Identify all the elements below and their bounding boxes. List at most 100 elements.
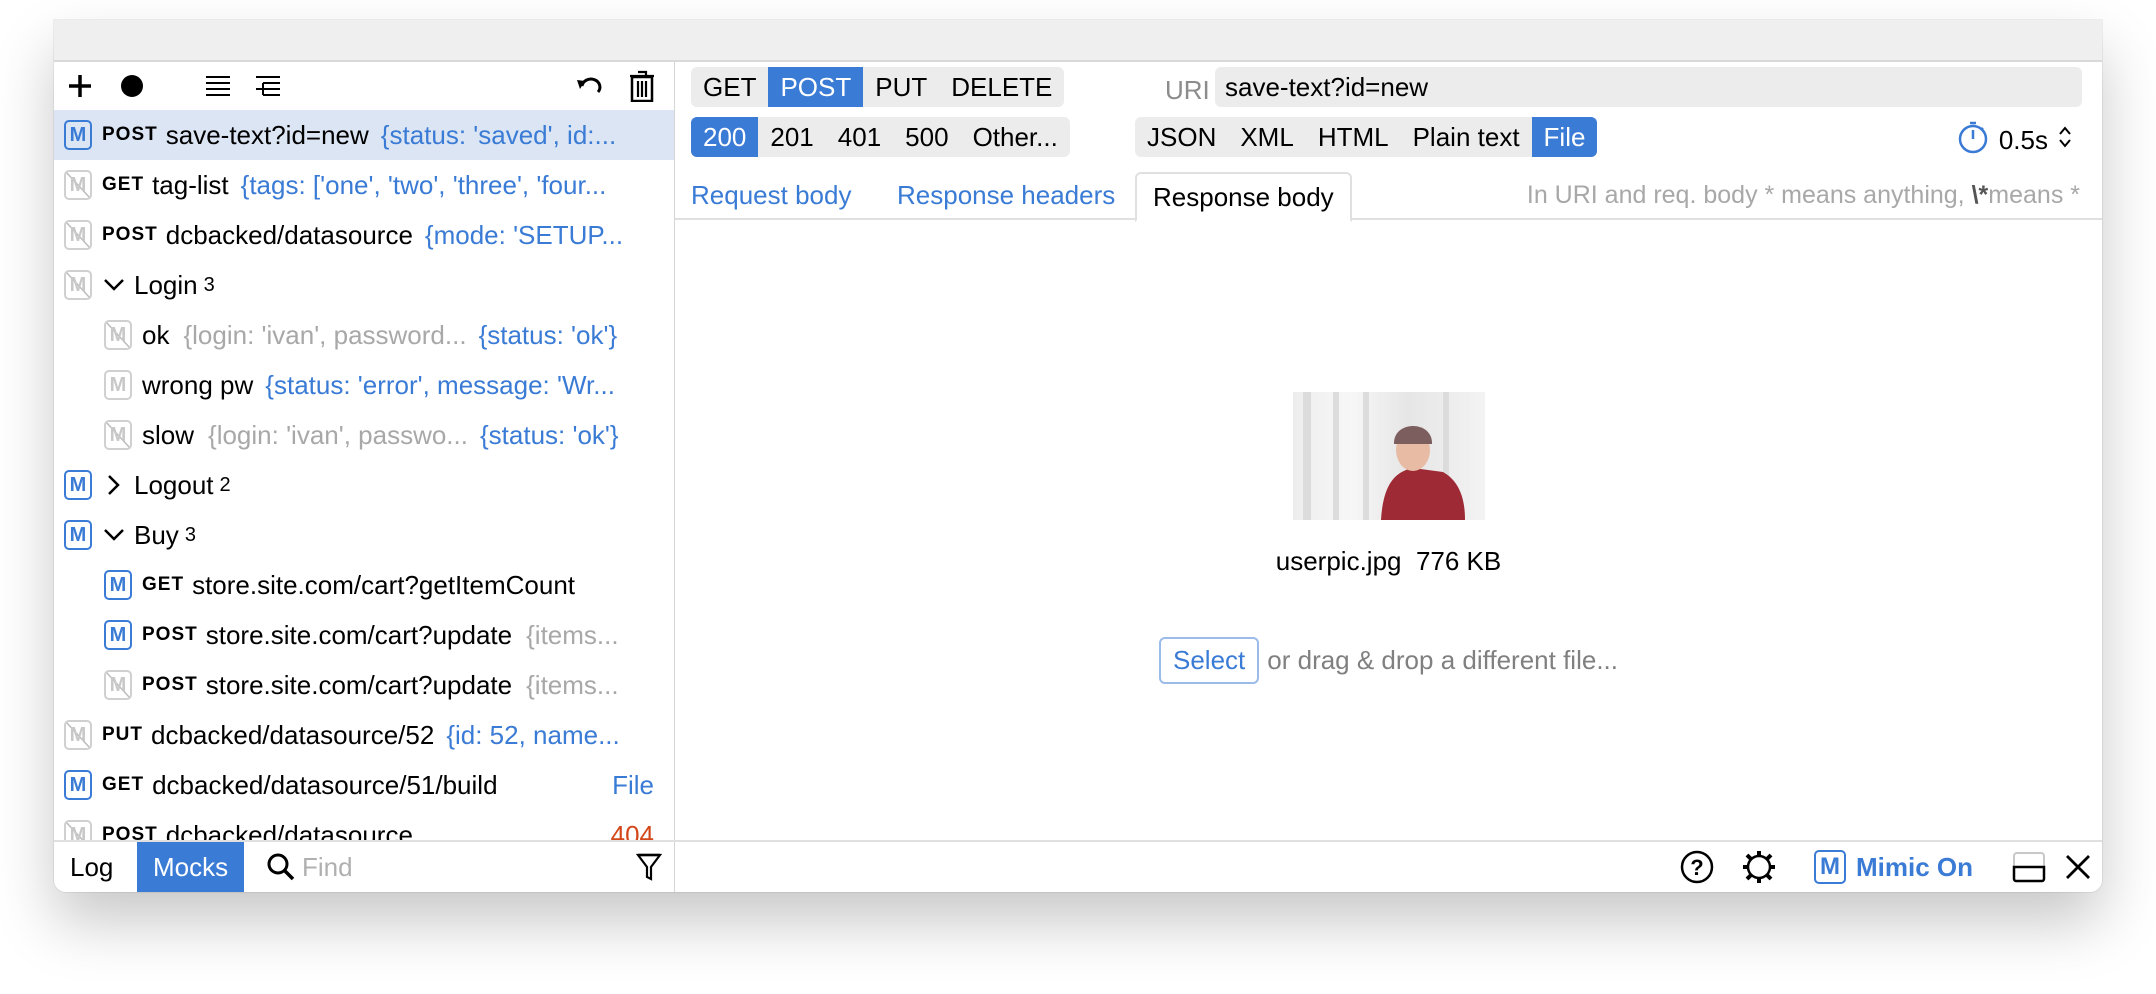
status-401[interactable]: 401: [826, 117, 893, 157]
format-plain-text[interactable]: Plain text: [1401, 117, 1532, 157]
response-type: 404: [610, 819, 654, 843]
status-200[interactable]: 200: [691, 117, 759, 157]
mock-disabled-icon[interactable]: M: [64, 820, 92, 842]
http-method: PUT: [102, 724, 143, 745]
uri-input[interactable]: save-text?id=new: [1215, 67, 2082, 107]
filter-icon[interactable]: [636, 851, 662, 883]
file-preview: userpic.jpg 776 KB Select or drag & drop…: [675, 392, 2102, 684]
mock-group-row[interactable]: M Buy 3: [54, 510, 674, 560]
method-post[interactable]: POST: [768, 67, 864, 107]
format-file[interactable]: File: [1531, 117, 1598, 157]
mock-group-row[interactable]: M Logout 2: [54, 460, 674, 510]
mock-row[interactable]: M GET dcbacked/datasource/51/build File: [54, 760, 674, 810]
help-icon[interactable]: ?: [1680, 850, 1714, 884]
status-other[interactable]: Other...: [961, 117, 1070, 157]
mock-group-row[interactable]: M Login 3: [54, 260, 674, 310]
tab-request-body[interactable]: Request body: [691, 172, 851, 218]
request-preview: {login: 'ivan', password...: [183, 319, 467, 350]
mimic-toggle[interactable]: M Mimic On: [1814, 850, 1974, 884]
mock-row[interactable]: Mslow {login: 'ivan', passwo... {status: '…: [54, 410, 674, 460]
mock-enabled-icon[interactable]: M: [64, 470, 92, 500]
mock-row[interactable]: M GET store.site.com/cart?getItemCount: [54, 560, 674, 610]
response-preview: {status: 'ok'}: [478, 319, 618, 350]
mock-name: ok: [142, 319, 170, 350]
find-input[interactable]: Find: [302, 842, 353, 892]
mock-disabled-icon[interactable]: M: [104, 420, 132, 450]
http-method: POST: [142, 624, 198, 645]
stopwatch-icon: [1957, 120, 1989, 161]
chevron-right-icon[interactable]: [102, 474, 126, 496]
mock-enabled-icon[interactable]: M: [64, 770, 92, 800]
file-select-row: Select or drag & drop a different file..…: [675, 637, 2102, 684]
undo-icon[interactable]: [574, 70, 606, 102]
tab-response-headers[interactable]: Response headers: [897, 172, 1115, 218]
drop-hint: or drag & drop a different file...: [1267, 645, 1618, 675]
mock-disabled-icon[interactable]: M: [104, 670, 132, 700]
response-preview: {status: 'saved', id:...: [380, 119, 617, 150]
record-icon[interactable]: [116, 70, 148, 102]
format-json[interactable]: JSON: [1135, 117, 1228, 157]
close-icon[interactable]: [2064, 851, 2092, 883]
status-201[interactable]: 201: [758, 117, 825, 157]
group-count: 3: [203, 273, 215, 296]
mimic-label: Mimic On: [1856, 851, 1974, 882]
status-500[interactable]: 500: [893, 117, 960, 157]
request-preview: {items...: [526, 619, 619, 650]
hint-escape: \*: [1971, 180, 1989, 209]
list-tree-icon[interactable]: [252, 70, 284, 102]
response-type: File: [612, 769, 654, 800]
mock-disabled-icon[interactable]: M: [64, 270, 92, 300]
mock-row[interactable]: M PUT dcbacked/datasource/52 {id: 52, name.…: [54, 710, 674, 760]
mock-enabled-icon[interactable]: M: [64, 120, 92, 150]
trash-icon[interactable]: [626, 70, 658, 102]
mock-row[interactable]: M GET tag-list {tags: ['one', 'two', 'three…: [54, 160, 674, 210]
response-preview: {status: 'error', message: 'Wr...: [265, 369, 615, 400]
tab-mocks[interactable]: Mocks: [137, 842, 245, 892]
mock-enabled-icon[interactable]: M: [64, 520, 92, 550]
mock-row[interactable]: M POST dcbacked/datasource 404: [54, 810, 674, 842]
bottom-bar: Log Mocks Find ? M Mimic On: [54, 840, 2102, 892]
file-size: 776 KB: [1415, 546, 1502, 576]
http-method: GET: [142, 574, 185, 595]
mock-disabled-icon[interactable]: M: [104, 320, 132, 350]
mock-row[interactable]: Mok {login: 'ivan', password... {status: '…: [54, 310, 674, 360]
uri-value: save-text?id=new: [1225, 71, 1429, 102]
mock-row[interactable]: M POST store.site.com/cart?update {items...: [54, 660, 674, 710]
format-html[interactable]: HTML: [1306, 117, 1401, 157]
gear-icon[interactable]: [1742, 851, 1776, 883]
dock-icon[interactable]: [2012, 851, 2046, 883]
list-flat-icon[interactable]: [202, 70, 234, 102]
method-delete[interactable]: DELETE: [939, 67, 1064, 107]
plus-icon[interactable]: [64, 70, 96, 102]
format-xml[interactable]: XML: [1228, 117, 1305, 157]
mock-name: slow: [142, 419, 195, 450]
group-name: Login: [134, 269, 198, 300]
mocks-toolbar: [54, 62, 674, 110]
mock-disabled-icon[interactable]: M: [64, 220, 92, 250]
response-preview: {tags: ['one', 'two', 'three', 'four...: [240, 169, 607, 200]
stepper-icon[interactable]: [2058, 125, 2072, 156]
delay-control[interactable]: 0.5s: [1957, 120, 2072, 160]
mock-disabled-icon[interactable]: M: [64, 720, 92, 750]
chevron-down-icon[interactable]: [102, 278, 126, 292]
mock-disabled-icon[interactable]: M: [64, 170, 92, 200]
mock-enabled-icon[interactable]: M: [104, 620, 132, 650]
file-info: userpic.jpg 776 KB: [675, 546, 2102, 577]
mock-row[interactable]: M POST store.site.com/cart?update {items...: [54, 610, 674, 660]
select-file-button[interactable]: Select: [1159, 637, 1260, 684]
method-put[interactable]: PUT: [863, 67, 939, 107]
mock-disabled-icon[interactable]: M: [104, 370, 132, 400]
svg-text:?: ?: [1690, 855, 1703, 880]
tab-response-body[interactable]: Response body: [1135, 172, 1352, 222]
mock-name: tag-list: [152, 169, 229, 200]
mock-row[interactable]: M POST dcbacked/datasource {mode: 'SETUP...: [54, 210, 674, 260]
http-method: GET: [102, 774, 145, 795]
mock-enabled-icon[interactable]: M: [104, 570, 132, 600]
chevron-down-icon[interactable]: [102, 528, 126, 542]
mock-row[interactable]: Mwrong pw {status: 'error', message: 'Wr.…: [54, 360, 674, 410]
tab-log[interactable]: Log: [54, 842, 129, 892]
search-icon: [266, 851, 296, 883]
group-count: 3: [184, 523, 196, 546]
mock-row[interactable]: M POST save-text?id=new {status: 'saved', i…: [54, 110, 674, 160]
method-get[interactable]: GET: [691, 67, 768, 107]
